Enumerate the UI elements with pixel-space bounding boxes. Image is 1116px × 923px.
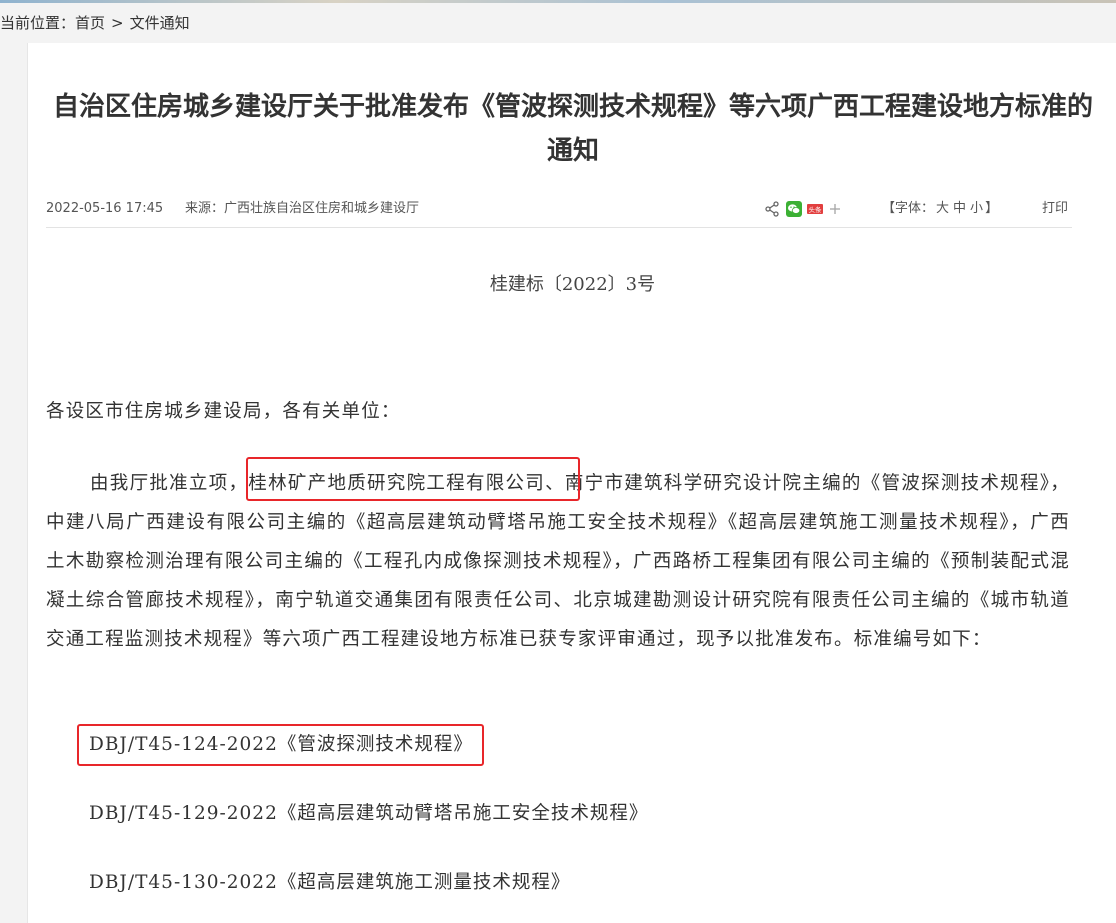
- article-meta-bar: 2022-05-16 17:45 来源：广西壮族自治区住房和城乡建设厅 头条 【…: [46, 197, 1072, 221]
- publish-date: 2022-05-16 17:45: [46, 201, 164, 216]
- print-button[interactable]: 打印: [1042, 197, 1068, 221]
- meta-divider: [46, 227, 1072, 228]
- article-container: 自治区住房城乡建设厅关于批准发布《管波探测技术规程》等六项广西工程建设地方标准的…: [27, 43, 1116, 923]
- font-size-large[interactable]: 大: [934, 201, 951, 216]
- share-icon[interactable]: [764, 201, 780, 217]
- breadcrumb-home-link[interactable]: 首页: [75, 11, 105, 35]
- highlight-box-organization: [246, 457, 580, 501]
- wechat-icon[interactable]: [786, 201, 802, 217]
- toutiao-icon[interactable]: 头条: [807, 201, 823, 217]
- breadcrumb: 当前位置：首页 > 文件通知: [0, 11, 190, 35]
- salutation: 各设区市住房城乡建设局，各有关单位：: [46, 401, 401, 422]
- standard-item: DBJ/T45-130-2022《超高层建筑施工测量技术规程》: [89, 872, 571, 893]
- plus-icon[interactable]: [827, 201, 843, 217]
- breadcrumb-current-link[interactable]: 文件通知: [130, 11, 190, 35]
- article-source: 来源：广西壮族自治区住房和城乡建设厅: [185, 201, 420, 216]
- font-size-switcher: 【字体：大中小】: [882, 197, 998, 221]
- highlight-box-standard: [77, 724, 484, 766]
- article-title: 自治区住房城乡建设厅关于批准发布《管波探测技术规程》等六项广西工程建设地方标准的…: [52, 92, 1093, 166]
- share-bar: 头条: [764, 201, 844, 218]
- toutiao-icon-text: 头条: [809, 205, 823, 214]
- document-number: 桂建标〔2022〕3号: [489, 274, 656, 295]
- font-size-small[interactable]: 小: [968, 201, 985, 216]
- breadcrumb-label: 当前位置：: [0, 14, 76, 32]
- standard-item: DBJ/T45-129-2022《超高层建筑动臂塔吊施工安全技术规程》: [89, 803, 649, 824]
- breadcrumb-separator: >: [111, 14, 124, 32]
- font-size-label-close: 】: [985, 201, 999, 216]
- top-banner-strip: [0, 0, 1116, 3]
- font-size-medium[interactable]: 中: [951, 201, 968, 216]
- font-size-label-open: 【字体：: [882, 201, 935, 216]
